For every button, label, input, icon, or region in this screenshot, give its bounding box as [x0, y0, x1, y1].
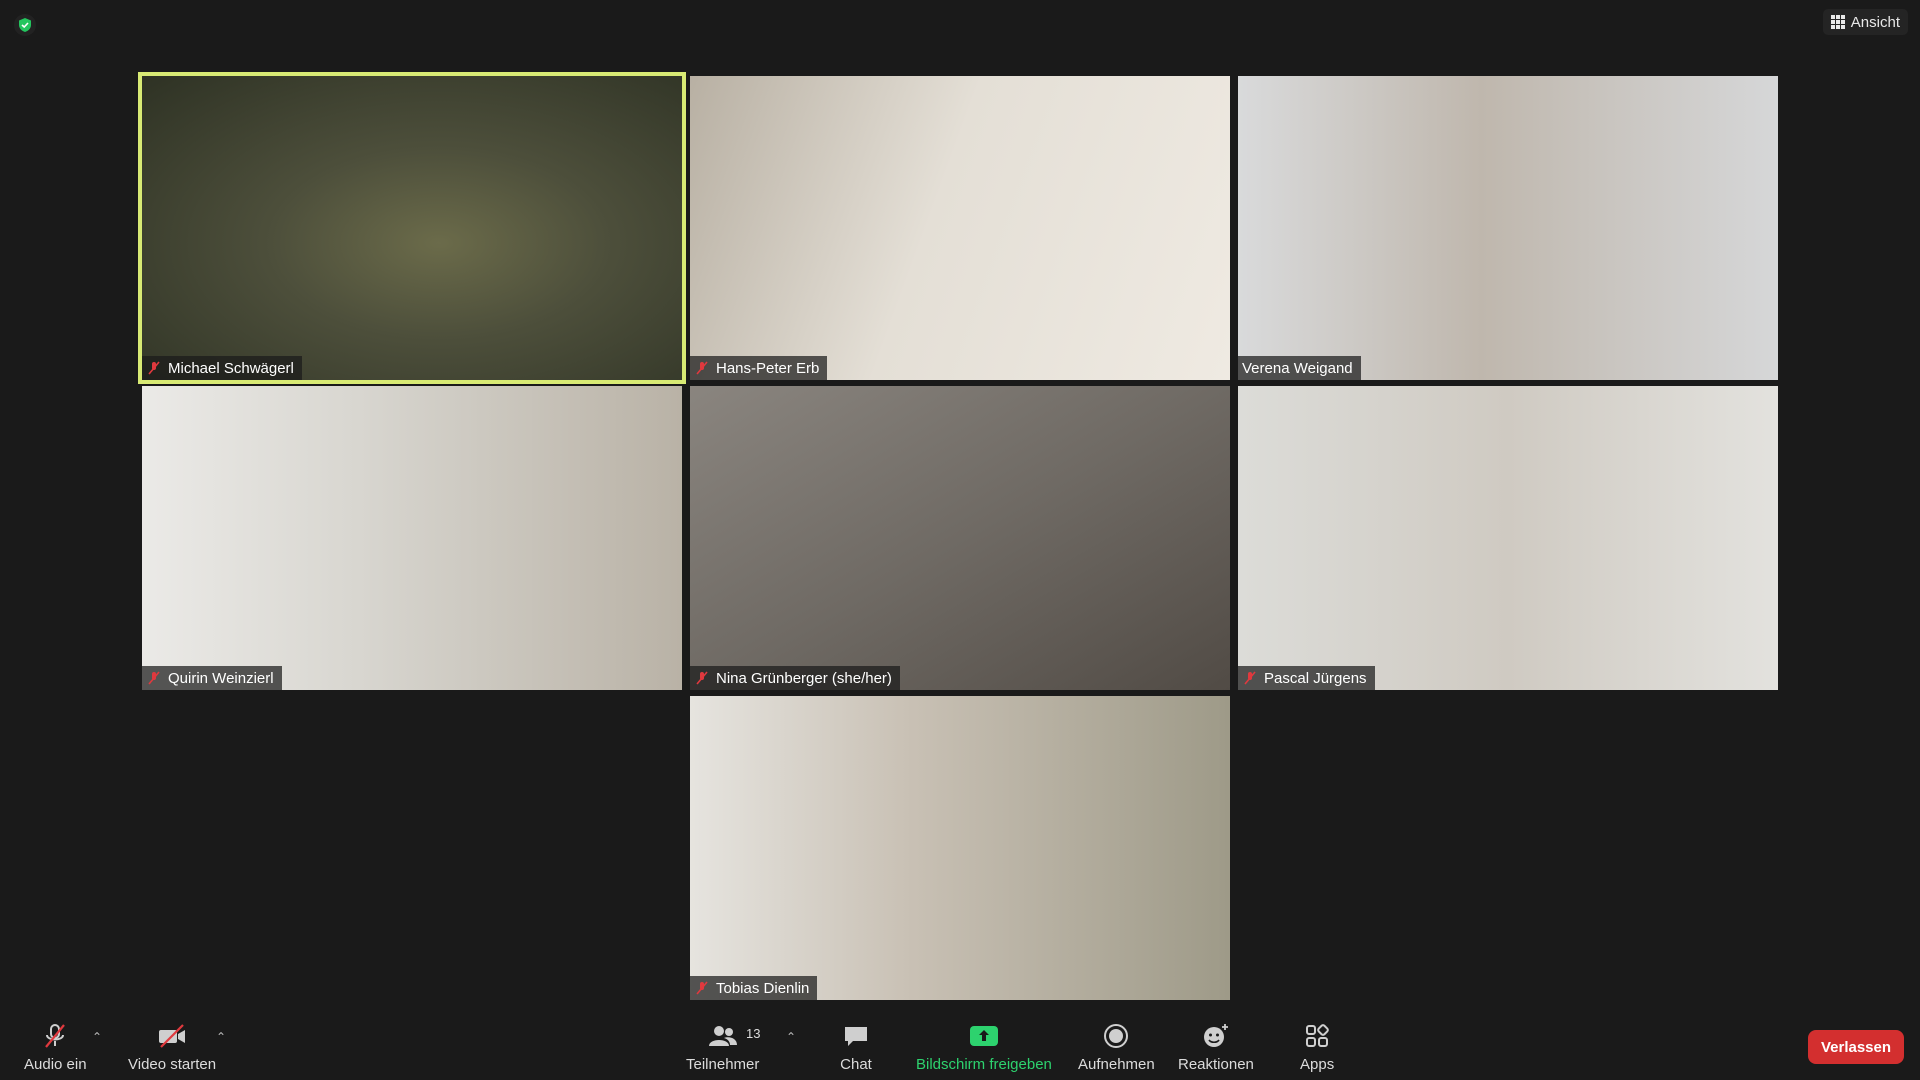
video-feed: [690, 386, 1230, 690]
reactions-label: Reaktionen: [1178, 1056, 1254, 1073]
muted-mic-icon: [696, 981, 708, 995]
video-tile-pascal[interactable]: Pascal Jürgens: [1238, 386, 1778, 690]
participant-name: Nina Grünberger (she/her): [716, 669, 892, 687]
video-feed: [142, 386, 682, 690]
audio-label: Audio ein: [24, 1056, 87, 1073]
participants-icon: [708, 1026, 737, 1046]
apps-icon: [1306, 1024, 1329, 1047]
leave-button[interactable]: Verlassen: [1808, 1030, 1904, 1064]
video-feed: [1238, 386, 1778, 690]
participant-name-tag: Hans-Peter Erb: [690, 356, 828, 380]
participant-name-tag: Pascal Jürgens: [1238, 666, 1375, 690]
video-tile-quirin[interactable]: Quirin Weinzierl: [142, 386, 682, 690]
participants-count: 13: [746, 1026, 761, 1041]
video-feed: [142, 76, 682, 380]
video-tile-nina[interactable]: Nina Grünberger (she/her): [690, 386, 1230, 690]
grid-icon: [1830, 15, 1845, 29]
record-button[interactable]: Aufnehmen: [1078, 1022, 1155, 1073]
participant-name: Quirin Weinzierl: [168, 669, 274, 687]
muted-mic-icon: [45, 1024, 66, 1048]
chat-label: Chat: [840, 1056, 872, 1073]
muted-mic-icon: [148, 361, 160, 375]
video-button[interactable]: Video starten: [128, 1022, 216, 1073]
share-screen-button[interactable]: Bildschirm freigeben: [916, 1022, 1052, 1073]
participant-name-tag: Quirin Weinzierl: [142, 666, 282, 690]
participant-name-tag: Nina Grünberger (she/her): [690, 666, 900, 690]
video-tile-verena[interactable]: Verena Weigand: [1238, 76, 1778, 380]
muted-mic-icon: [696, 361, 708, 375]
share-screen-label: Bildschirm freigeben: [916, 1056, 1052, 1073]
meeting-toolbar: Audio ein ⌃ Video starten ⌃ Teilnehmer 1…: [0, 1008, 1920, 1080]
participants-label: Teilnehmer: [686, 1056, 760, 1073]
participant-name-tag: Tobias Dienlin: [690, 976, 818, 1000]
record-label: Aufnehmen: [1078, 1056, 1155, 1073]
audio-button[interactable]: Audio ein: [24, 1022, 87, 1073]
share-screen-icon: [969, 1026, 998, 1046]
video-feed: [1238, 76, 1778, 380]
reactions-button[interactable]: Reaktionen: [1178, 1022, 1254, 1073]
chat-icon: [845, 1027, 867, 1046]
muted-mic-icon: [148, 671, 160, 685]
participants-options-caret-icon[interactable]: ⌃: [786, 1030, 796, 1044]
participant-name: Michael Schwägerl: [168, 359, 294, 377]
video-tile-hans-peter[interactable]: Hans-Peter Erb: [690, 76, 1230, 380]
video-off-icon: [159, 1024, 186, 1048]
participant-name-tag: Verena Weigand: [1238, 356, 1361, 380]
video-tile-michael[interactable]: Michael Schwägerl: [138, 72, 686, 384]
audio-options-caret-icon[interactable]: ⌃: [92, 1030, 102, 1044]
muted-mic-icon: [696, 671, 708, 685]
video-feed: [690, 696, 1230, 1000]
participant-name: Verena Weigand: [1242, 359, 1353, 377]
participant-name: Tobias Dienlin: [716, 979, 810, 997]
participant-name: Pascal Jürgens: [1264, 669, 1367, 687]
reactions-icon: [1203, 1024, 1228, 1047]
video-label: Video starten: [128, 1056, 217, 1073]
video-options-caret-icon[interactable]: ⌃: [216, 1030, 226, 1044]
apps-label: Apps: [1300, 1056, 1335, 1073]
view-button[interactable]: Ansicht: [1822, 9, 1908, 35]
view-label: Ansicht: [1850, 13, 1900, 31]
record-icon: [1104, 1024, 1129, 1048]
video-feed: [690, 76, 1230, 380]
encryption-shield-icon[interactable]: [14, 14, 36, 36]
chat-button[interactable]: Chat: [840, 1022, 872, 1073]
participant-name: Hans-Peter Erb: [716, 359, 820, 377]
apps-button[interactable]: Apps: [1300, 1022, 1334, 1073]
video-tile-tobias[interactable]: Tobias Dienlin: [690, 696, 1230, 1000]
muted-mic-icon: [1244, 671, 1256, 685]
participant-name-tag: Michael Schwägerl: [142, 356, 302, 380]
